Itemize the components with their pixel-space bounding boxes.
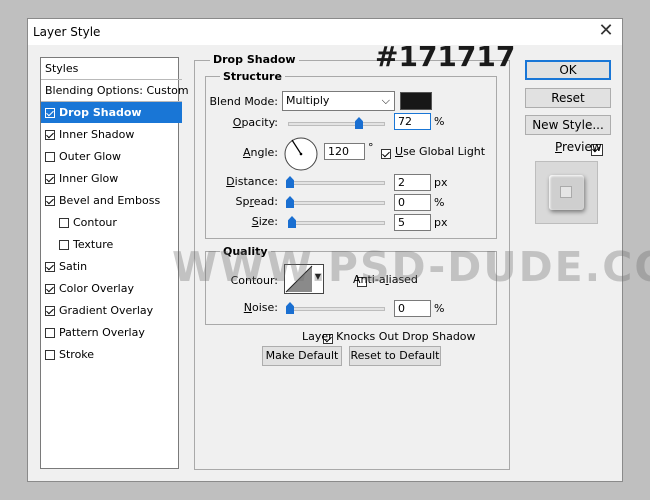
sidebar-item-outer-glow[interactable]: Outer Glow — [41, 146, 182, 167]
make-default-button[interactable]: Make Default — [262, 346, 342, 366]
bevel-emboss-checkbox[interactable] — [45, 196, 55, 206]
structure-title: Structure — [220, 70, 285, 83]
pattern-overlay-checkbox[interactable] — [45, 328, 55, 338]
opacity-slider[interactable] — [288, 117, 385, 129]
angle-label: Angle: — [242, 146, 278, 159]
use-global-light-label: Use Global Light — [395, 145, 486, 158]
sidebar-item-texture[interactable]: Texture — [41, 234, 196, 255]
sidebar-item-label: Contour — [73, 216, 117, 229]
sidebar-item-styles[interactable]: Styles — [41, 58, 182, 80]
sidebar-item-drop-shadow[interactable]: Drop Shadow — [41, 102, 182, 123]
opacity-unit: % — [434, 115, 445, 128]
layer-style-dialog: Layer Style ✕ Styles Blending Options: C… — [27, 18, 623, 482]
preview-inner-square — [560, 186, 572, 198]
opacity-field[interactable]: 72 — [394, 113, 431, 130]
shadow-color-swatch[interactable] — [400, 92, 432, 110]
sidebar-item-inner-glow[interactable]: Inner Glow — [41, 168, 182, 189]
noise-slider[interactable] — [286, 302, 385, 314]
sidebar-item-label: Color Overlay — [59, 282, 134, 295]
noise-field[interactable]: 0 — [394, 300, 431, 317]
spread-unit: % — [434, 196, 445, 209]
close-icon[interactable]: ✕ — [596, 21, 616, 41]
inner-shadow-checkbox[interactable] — [45, 130, 55, 140]
contour-picker[interactable]: ▼ — [284, 264, 324, 294]
degree-unit: ° — [368, 141, 374, 154]
sidebar-item-stroke[interactable]: Stroke — [41, 344, 182, 365]
contour-label: Contour: — [230, 274, 278, 287]
window-title: Layer Style — [33, 25, 101, 39]
blend-mode-value: Multiply — [286, 94, 330, 107]
gradient-overlay-checkbox[interactable] — [45, 306, 55, 316]
spread-slider[interactable] — [286, 196, 385, 208]
noise-unit: % — [434, 302, 445, 315]
styles-list: Styles Blending Options: Custom Drop Sha… — [40, 57, 189, 469]
sidebar-item-color-overlay[interactable]: Color Overlay — [41, 278, 182, 299]
sidebar-item-gradient-overlay[interactable]: Gradient Overlay — [41, 300, 182, 321]
sidebar-item-label: Outer Glow — [59, 150, 122, 163]
spread-label: Spread: — [235, 195, 278, 208]
drop-shadow-checkbox[interactable] — [45, 108, 55, 118]
sidebar-item-label: Blending Options: Custom — [45, 84, 189, 97]
spread-field[interactable]: 0 — [394, 194, 431, 211]
drop-shadow-title: Drop Shadow — [210, 53, 299, 66]
texture-checkbox[interactable] — [59, 240, 69, 250]
knocks-out-label: Layer Knocks Out Drop Shadow — [302, 330, 476, 343]
blend-mode-label: Blend Mode: — [209, 95, 279, 108]
size-unit: px — [434, 216, 448, 229]
sidebar-item-label: Satin — [59, 260, 88, 273]
angle-field[interactable]: 120 — [324, 143, 365, 160]
ok-button[interactable]: OK — [525, 60, 611, 80]
reset-button[interactable]: Reset — [525, 88, 611, 108]
size-slider[interactable] — [288, 216, 385, 228]
hex-color-annotation: #171717 — [375, 40, 516, 73]
contour-preview-icon — [285, 265, 313, 293]
contour-checkbox[interactable] — [59, 218, 69, 228]
inner-glow-checkbox[interactable] — [45, 174, 55, 184]
chevron-down-icon: ⌵ — [381, 94, 390, 107]
use-global-light-checkbox[interactable] — [381, 149, 391, 159]
quality-title: Quality — [220, 245, 271, 258]
distance-label: Distance: — [226, 175, 278, 188]
sidebar-item-label: Styles — [45, 62, 79, 75]
sidebar-item-label: Inner Glow — [59, 172, 119, 185]
angle-dial[interactable] — [283, 136, 319, 172]
color-overlay-checkbox[interactable] — [45, 284, 55, 294]
distance-unit: px — [434, 176, 448, 189]
distance-field[interactable]: 2 — [394, 174, 431, 191]
sidebar-item-blending-options[interactable]: Blending Options: Custom — [41, 80, 189, 102]
size-label: Size: — [251, 215, 278, 228]
sidebar-item-inner-shadow[interactable]: Inner Shadow — [41, 124, 182, 145]
size-field[interactable]: 5 — [394, 214, 431, 231]
sidebar-item-label: Inner Shadow — [59, 128, 135, 141]
distance-slider[interactable] — [286, 176, 385, 188]
anti-aliased-label: Anti-aliased — [353, 273, 418, 286]
sidebar-item-pattern-overlay[interactable]: Pattern Overlay — [41, 322, 182, 343]
sidebar-item-bevel-emboss[interactable]: Bevel and Emboss — [41, 190, 182, 211]
chevron-down-icon[interactable]: ▼ — [315, 272, 321, 281]
noise-label: Noise: — [243, 301, 278, 314]
sidebar-item-label: Bevel and Emboss — [59, 194, 161, 207]
preview-label: Preview — [555, 140, 602, 154]
sidebar-item-label: Pattern Overlay — [59, 326, 145, 339]
reset-to-default-button[interactable]: Reset to Default — [349, 346, 441, 366]
blend-mode-select[interactable]: Multiply ⌵ — [282, 91, 395, 111]
style-preview — [535, 161, 598, 224]
sidebar-item-label: Drop Shadow — [59, 106, 142, 119]
outer-glow-checkbox[interactable] — [45, 152, 55, 162]
sidebar-item-contour[interactable]: Contour — [41, 212, 196, 233]
sidebar-item-label: Gradient Overlay — [59, 304, 154, 317]
opacity-label: Opacity: — [232, 116, 278, 129]
stroke-checkbox[interactable] — [45, 350, 55, 360]
sidebar-item-label: Stroke — [59, 348, 95, 361]
sidebar-item-label: Texture — [73, 238, 114, 251]
title-bar: Layer Style ✕ — [28, 19, 622, 45]
satin-checkbox[interactable] — [45, 262, 55, 272]
new-style-button[interactable]: New Style... — [525, 115, 611, 135]
sidebar-item-satin[interactable]: Satin — [41, 256, 182, 277]
preview-thumbnail — [549, 175, 584, 210]
